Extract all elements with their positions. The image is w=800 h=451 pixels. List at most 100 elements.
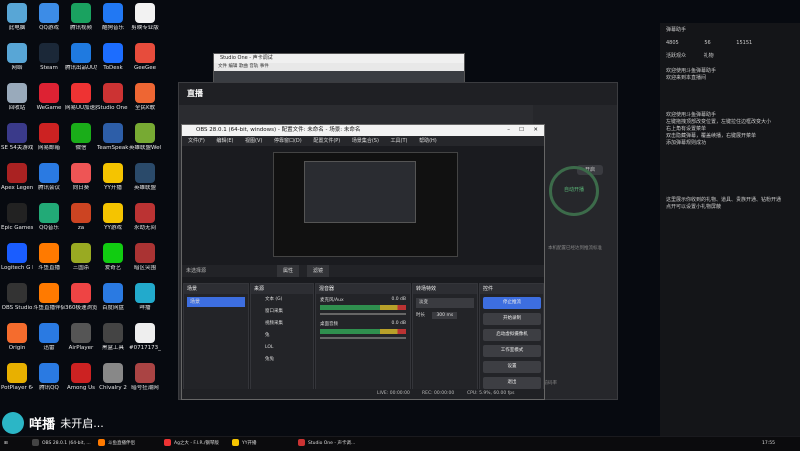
desktop-icon[interactable]: 英雄联盟WeGame版 — [129, 123, 161, 151]
desktop-icon[interactable]: 爱奇艺 — [97, 243, 129, 271]
tab-gifts[interactable]: 礼物 — [704, 53, 714, 59]
desktop-icon[interactable]: PotPlayer 64 bit — [1, 363, 33, 391]
volume-slider[interactable] — [320, 313, 406, 315]
desktop-icon[interactable]: Origin — [1, 323, 33, 351]
desktop-icon[interactable]: 咩播 — [129, 283, 161, 311]
desktop-icon[interactable]: 斗鱼直播伴侣 — [33, 283, 65, 311]
desktop-icon[interactable]: 回收站 — [1, 83, 33, 111]
studio-mode-button[interactable]: 工作室模式 — [483, 345, 541, 357]
exit-button[interactable]: 退出 — [483, 377, 541, 389]
desktop-icon[interactable]: 网络 — [1, 43, 33, 71]
studio-menu-item[interactable]: 歌曲 — [239, 64, 248, 69]
source-item[interactable]: 视频采集 — [251, 318, 313, 330]
desktop-icon[interactable]: 腾讯视频 — [65, 3, 97, 31]
desktop-icon[interactable]: Logitech G HUB — [1, 243, 33, 271]
desktop-icon[interactable]: 全民K歌 — [129, 83, 161, 111]
desktop-icon[interactable]: 腾讯出品UU加速器 — [65, 43, 97, 71]
scene-item[interactable]: 场景 — [187, 297, 245, 307]
clock[interactable]: 17:55 — [762, 438, 775, 450]
taskbar-item-yy[interactable]: YY开播 — [232, 438, 257, 450]
desktop-icon[interactable]: #0717173_... — [129, 323, 161, 351]
desktop-icon[interactable]: WeGame — [33, 83, 65, 111]
desktop-icon[interactable]: 网易UU加速器 — [65, 83, 97, 111]
taskbar-item-obs[interactable]: OBS 28.0.1 (64-bit, ... — [32, 438, 91, 450]
virtual-camera-button[interactable]: 启动虚拟摄像机 — [483, 329, 541, 341]
desktop-icon[interactable]: ToDesk — [97, 43, 129, 71]
desktop-icon[interactable]: 三国杀 — [65, 243, 97, 271]
start-recording-button[interactable]: 开始录制 — [483, 313, 541, 325]
desktop-icon[interactable]: Apex Legends — [1, 163, 33, 191]
obs-maximize-icon[interactable]: ☐ — [519, 125, 524, 136]
studio-menu-item[interactable]: 音轨 — [249, 64, 258, 69]
source-item[interactable]: 兔 — [251, 330, 313, 342]
source-item[interactable]: 兔兔 — [251, 354, 313, 366]
desktop-icon[interactable]: QQ音乐 — [33, 203, 65, 231]
desktop-icon[interactable]: 360极速浏览器 — [65, 283, 97, 311]
studio-menu-item[interactable]: 编辑 — [228, 64, 237, 69]
taskbar-item-studio-one[interactable]: Studio One - 声卡调... — [298, 438, 355, 450]
douyu-start-circle[interactable]: 自动开播 — [549, 166, 599, 216]
desktop-icon[interactable]: YY开播 — [97, 163, 129, 191]
desktop-icon[interactable]: Studio One 4 — [97, 83, 129, 111]
source-item[interactable]: LOL — [251, 342, 313, 354]
obs-menu-help[interactable]: 帮助(H) — [419, 138, 437, 144]
taskbar-item-douyu[interactable]: 斗鱼直播伴侣 — [98, 438, 135, 450]
desktop-icon[interactable]: za — [65, 203, 97, 231]
desktop-icon[interactable]: 剪映专业版 — [129, 3, 161, 31]
source-item[interactable]: 文本 (G) — [251, 294, 313, 306]
volume-slider[interactable] — [320, 337, 406, 339]
obs-menu-profile[interactable]: 配置文件(P) — [313, 138, 340, 144]
desktop-icon[interactable]: 腾讯会议 — [33, 163, 65, 191]
desktop-icon[interactable]: SE 54关游戏 — [1, 123, 33, 151]
obs-menu-scene-collection[interactable]: 场景集合(S) — [352, 138, 379, 144]
studio-menu-item[interactable]: 文件 — [218, 64, 227, 69]
desktop-icon[interactable]: YY游戏 — [97, 203, 129, 231]
obs-menu-docks[interactable]: 停靠窗口(D) — [274, 138, 302, 144]
obs-menu-tools[interactable]: 工具(T) — [391, 138, 408, 144]
desktop-icon[interactable]: 百度网盘 — [97, 283, 129, 311]
obs-menu-view[interactable]: 视图(V) — [245, 138, 262, 144]
duration-input[interactable]: 300 ms — [432, 312, 458, 319]
desktop-icon[interactable]: 腾讯QQ — [33, 363, 65, 391]
desktop-icon[interactable]: 永劫无间 — [129, 203, 161, 231]
app-icon — [7, 43, 27, 63]
desktop-icon[interactable]: Epic Games Launcher — [1, 203, 33, 231]
transition-select[interactable]: 淡变 — [416, 298, 474, 308]
source-item[interactable]: 窗口采集 — [251, 306, 313, 318]
desktop-icon[interactable]: QQ游戏 — [33, 3, 65, 31]
desktop-icon[interactable]: Chivalry 2 — [97, 363, 129, 391]
desktop-icon[interactable]: 此电脑 — [1, 3, 33, 31]
desktop-icon[interactable]: 黑盒工具 — [97, 323, 129, 351]
desktop-icon[interactable]: 暗号狂潮网 — [129, 363, 161, 391]
taskbar-item-music[interactable]: Ag之大 - F.I.R./钢琴版 — [164, 438, 219, 450]
filters-button[interactable]: 滤镜 — [307, 265, 330, 277]
desktop-icon[interactable]: 迅雷 — [33, 323, 65, 351]
desktop-icon[interactable]: 网易邮箱 — [33, 123, 65, 151]
desktop-icon[interactable]: 暗区突围 — [129, 243, 161, 271]
desktop-icon[interactable]: Among Us — [65, 363, 97, 391]
desktop-icon[interactable]: 微信 — [65, 123, 97, 151]
desktop-icon[interactable]: 向日葵 — [65, 163, 97, 191]
desktop-icon[interactable]: Steam — [33, 43, 65, 71]
settings-button[interactable]: 设置 — [483, 361, 541, 373]
obs-menu-edit[interactable]: 编辑(E) — [216, 138, 233, 144]
stop-streaming-button[interactable]: 停止推流 — [483, 297, 541, 309]
desktop-icon[interactable]: 酷狗音乐 — [97, 3, 129, 31]
desktop-icon-label: Among Us — [66, 385, 96, 391]
desktop-icon[interactable]: GeeGee — [129, 43, 161, 71]
properties-button[interactable]: 属性 — [277, 265, 300, 277]
obs-minimize-icon[interactable]: – — [507, 125, 510, 136]
desktop-icon[interactable]: 英雄联盟 — [129, 163, 161, 191]
desktop-icon[interactable]: TeamSpeak 3 — [97, 123, 129, 151]
desktop-icon[interactable]: AirPlayer — [65, 323, 97, 351]
tab-active-viewers[interactable]: 活跃观众 — [666, 53, 686, 59]
desktop-icon[interactable]: 斗鱼直播 — [33, 243, 65, 271]
obs-close-icon[interactable]: ✕ — [533, 125, 538, 136]
obs-menu-file[interactable]: 文件(F) — [188, 138, 205, 144]
danmu-assistant-panel[interactable]: 弹幕助手 4805 56 15151 活跃观众 礼物 欢迎使用斗鱼弹幕助手 欢迎… — [660, 23, 800, 436]
obs-window[interactable]: OBS 28.0.1 (64-bit, windows) - 配置文件: 未命名… — [181, 124, 545, 400]
start-icon[interactable]: ⊞ — [4, 438, 8, 450]
desktop-icon[interactable]: OBS Studio — [1, 283, 33, 311]
studio-menu-item[interactable]: 事件 — [260, 64, 269, 69]
mixer-channel: 桌面音频 0.0 dB — [316, 318, 410, 342]
